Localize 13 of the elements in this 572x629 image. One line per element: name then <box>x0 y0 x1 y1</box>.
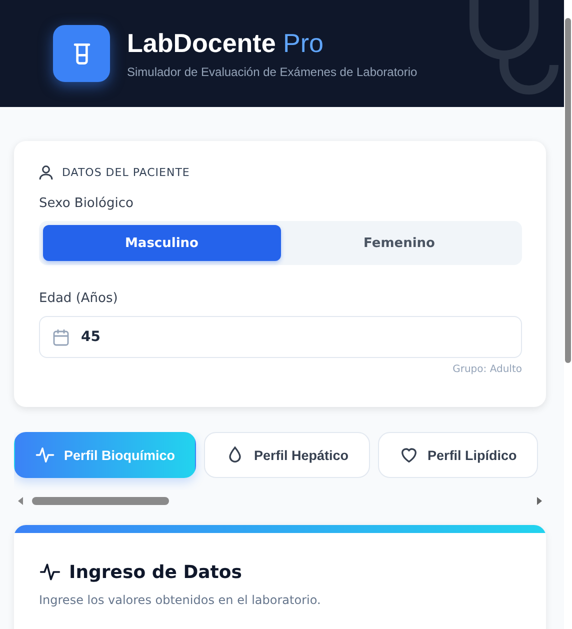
card-subtitle: Ingrese los valores obtenidos en el laboratorio. <box>39 593 322 607</box>
app-subtitle: Simulador de Evaluación de Exámenes de Laboratorio <box>127 65 418 79</box>
section-heading: DATOS DEL PACIENTE <box>62 166 190 179</box>
sex-option[interactable]: Femenino <box>280 225 518 261</box>
field-label: Sexo Biológico <box>39 196 134 211</box>
app-title: LabDocente Pro <box>127 28 324 59</box>
profile-tab[interactable]: Perfil Lipídico <box>378 432 538 478</box>
age-group-text: Grupo: Adulto <box>452 364 522 375</box>
profile-tab[interactable]: Perfil Hepático <box>204 432 370 478</box>
field-label: Edad (Años) <box>39 291 119 306</box>
card-title: Ingreso de Datos <box>69 562 242 582</box>
age-field[interactable]: 45 <box>39 316 522 358</box>
sex-option[interactable]: Masculino <box>43 225 280 261</box>
